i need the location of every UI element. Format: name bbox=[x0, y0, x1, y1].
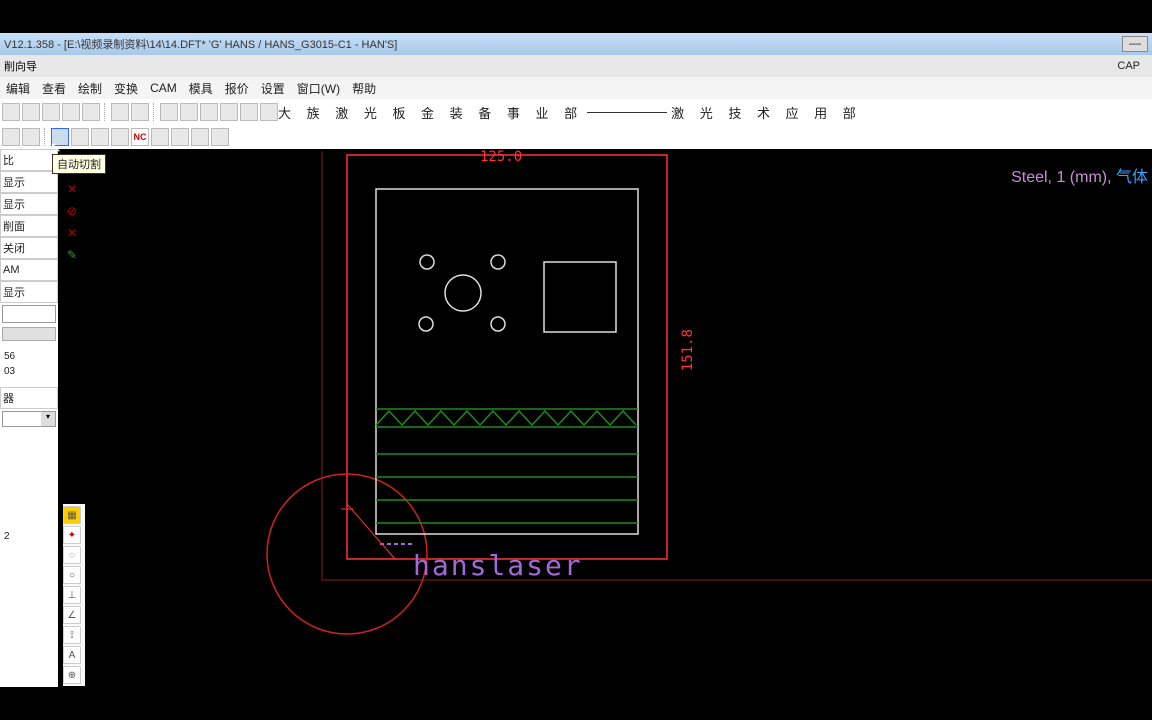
side-value: 03 bbox=[0, 364, 58, 379]
tool-icon[interactable] bbox=[22, 103, 40, 121]
dimension-height: 151.8 bbox=[680, 329, 696, 371]
side-item[interactable]: 显示 bbox=[0, 281, 58, 303]
side-item[interactable]: 比 bbox=[0, 149, 58, 171]
tool-icon[interactable] bbox=[151, 128, 169, 146]
tool-icon[interactable] bbox=[111, 103, 129, 121]
menu-transform[interactable]: 变换 bbox=[114, 80, 138, 97]
tool-icon[interactable] bbox=[160, 103, 178, 121]
minimize-button[interactable]: — bbox=[1122, 36, 1148, 52]
side-icon-strip: ✕ ⊘ ✕ ✎ bbox=[63, 180, 85, 264]
side-item[interactable]: 显示 bbox=[0, 193, 58, 215]
tool-icon[interactable] bbox=[62, 103, 80, 121]
tool-icon[interactable] bbox=[22, 128, 40, 146]
tool-icon[interactable] bbox=[2, 128, 20, 146]
toolbar-secondary: NC bbox=[0, 126, 231, 148]
tool-icon[interactable] bbox=[111, 128, 129, 146]
material-info: Steel, 1 (mm), 气体 bbox=[1011, 163, 1148, 187]
menu-tool[interactable]: 模具 bbox=[189, 80, 213, 97]
tooltip-auto-cut: 自动切割 bbox=[52, 154, 106, 174]
menu-bar: 编辑 查看 绘制 变换 CAM 模具 报价 设置 窗口(W) 帮助 bbox=[0, 77, 1152, 99]
tool-icon[interactable] bbox=[220, 103, 238, 121]
side-item[interactable]: AM bbox=[0, 259, 58, 281]
tool-icon[interactable] bbox=[82, 103, 100, 121]
banner-left: 大 族 激 光 板 金 装 备 事 业 部 bbox=[278, 103, 583, 122]
side-value: 56 bbox=[0, 349, 58, 364]
tool-icon[interactable] bbox=[42, 103, 60, 121]
tool-icon[interactable] bbox=[2, 103, 20, 121]
tool-icon[interactable] bbox=[180, 103, 198, 121]
nc-icon[interactable]: NC bbox=[131, 128, 149, 146]
pencil-icon[interactable]: ✎ bbox=[63, 246, 81, 264]
menu-window[interactable]: 窗口(W) bbox=[297, 80, 340, 97]
cut-mark-icon[interactable]: ✕ bbox=[63, 224, 81, 242]
menu-view[interactable]: 查看 bbox=[42, 80, 66, 97]
side-panel: 比 显示 显示 削面 关闭 AM 显示 56 03 器 ▾ 2 bbox=[0, 149, 58, 687]
side-item[interactable]: 显示 bbox=[0, 171, 58, 193]
cap-indicator: CAP bbox=[1117, 60, 1140, 72]
tool-icon[interactable] bbox=[260, 103, 278, 121]
sub-bar: 削向导 CAP bbox=[0, 55, 1152, 77]
tool-icon[interactable]: A bbox=[63, 646, 81, 664]
tool-icon[interactable] bbox=[191, 128, 209, 146]
material-label: Steel, 1 (mm), bbox=[1011, 169, 1116, 186]
side-input[interactable] bbox=[2, 305, 56, 323]
tool-icon[interactable] bbox=[131, 103, 149, 121]
tool-icon[interactable] bbox=[200, 103, 218, 121]
title-bar: V12.1.358 - [E:\视频录制资料\14\14.DFT* 'G' HA… bbox=[0, 33, 1152, 55]
tool-icon[interactable] bbox=[240, 103, 258, 121]
side-item[interactable]: 关闭 bbox=[0, 237, 58, 259]
tool-icon[interactable] bbox=[91, 128, 109, 146]
menu-edit[interactable]: 编辑 bbox=[6, 80, 30, 97]
menu-settings[interactable]: 设置 bbox=[261, 80, 285, 97]
tool-icon[interactable]: ○ bbox=[63, 566, 81, 584]
tool-icon[interactable]: ∠ bbox=[63, 606, 81, 624]
menu-cam[interactable]: CAM bbox=[150, 81, 177, 95]
separator bbox=[44, 128, 47, 146]
toolbar-main bbox=[0, 101, 280, 123]
tool-icon[interactable]: ◌ bbox=[63, 546, 81, 564]
tool-icon[interactable]: ⊕ bbox=[63, 666, 81, 684]
tool-icon[interactable]: ⟟ bbox=[63, 626, 81, 644]
tool-icon[interactable] bbox=[171, 128, 189, 146]
banner: 大 族 激 光 板 金 装 备 事 业 部 激 光 技 术 应 用 部 bbox=[278, 101, 862, 123]
window-title: V12.1.358 - [E:\视频录制资料\14\14.DFT* 'G' HA… bbox=[4, 36, 397, 52]
brand-text: hanslaser bbox=[413, 549, 583, 582]
side-item[interactable]: 削面 bbox=[0, 215, 58, 237]
banner-right: 激 光 技 术 应 用 部 bbox=[671, 103, 862, 122]
chevron-down-icon: ▾ bbox=[41, 412, 55, 426]
drawing-canvas[interactable]: 125.0 151.8 hanslaser Steel, 1 (mm), 气体 bbox=[85, 149, 1152, 687]
side-value: 2 bbox=[0, 529, 58, 544]
tool-icon[interactable] bbox=[71, 128, 89, 146]
tool-icon[interactable] bbox=[51, 128, 69, 146]
separator bbox=[153, 103, 156, 121]
tool-icon[interactable] bbox=[211, 128, 229, 146]
menu-draw[interactable]: 绘制 bbox=[78, 80, 102, 97]
side-slider[interactable] bbox=[2, 327, 56, 341]
tool-icon[interactable]: ✦ bbox=[63, 526, 81, 544]
separator bbox=[104, 103, 107, 121]
tool-icon[interactable]: ⊥ bbox=[63, 586, 81, 604]
tool-icon[interactable]: ▦ bbox=[63, 506, 81, 524]
side-dropdown[interactable]: ▾ bbox=[2, 411, 56, 427]
side-tool-strip: ▦ ✦ ◌ ○ ⊥ ∠ ⟟ A ⊕ bbox=[63, 504, 85, 686]
cut-mark-icon[interactable]: ⊘ bbox=[63, 202, 81, 220]
cad-drawing bbox=[85, 149, 1152, 687]
side-item[interactable]: 器 bbox=[0, 387, 58, 409]
sub-label: 削向导 bbox=[4, 58, 37, 74]
cut-mark-icon[interactable]: ✕ bbox=[63, 180, 81, 198]
menu-help[interactable]: 帮助 bbox=[352, 80, 376, 97]
dimension-width: 125.0 bbox=[480, 149, 522, 165]
gas-label: 气体 bbox=[1116, 169, 1148, 186]
banner-divider bbox=[587, 112, 667, 113]
menu-quote[interactable]: 报价 bbox=[225, 80, 249, 97]
